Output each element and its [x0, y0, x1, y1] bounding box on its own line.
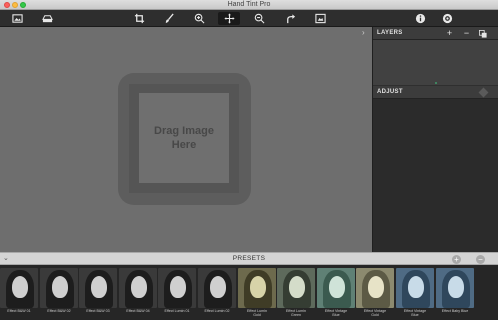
preset-thumbnail[interactable] [79, 268, 117, 308]
info-icon [415, 13, 425, 24]
presets-bar: ⌄ PRESETS + − [0, 252, 498, 265]
info-button[interactable] [411, 12, 429, 25]
preset-image-face [52, 276, 68, 298]
preset-thumbnail[interactable] [356, 268, 394, 308]
preset-thumbnail[interactable] [0, 268, 38, 308]
toolbar [0, 10, 498, 27]
preset-thumbnail[interactable] [198, 268, 236, 308]
duplicate-layer-button[interactable] [477, 28, 488, 39]
preset-image-face [289, 276, 305, 298]
move-button[interactable] [218, 12, 240, 25]
add-layer-button[interactable]: + [444, 28, 455, 39]
preset-label: Effect B&W 04 [126, 309, 150, 313]
crop-icon [134, 13, 144, 24]
layers-title: LAYERS [377, 30, 403, 36]
compare-icon [314, 13, 326, 24]
zoom-out-button[interactable] [250, 12, 268, 25]
save-image-button[interactable] [38, 12, 56, 25]
preset-image-face [329, 276, 345, 298]
preset-image-face [12, 276, 28, 298]
redo-icon [286, 14, 295, 24]
preset-thumbnail[interactable] [277, 268, 315, 308]
duplicate-icon [478, 29, 487, 38]
preset-label: Effect B&W 02 [47, 309, 71, 313]
preset-thumbnail[interactable] [436, 268, 474, 308]
preset-thumbnail[interactable] [238, 268, 276, 308]
settings-icon [442, 13, 452, 24]
layers-list[interactable] [373, 40, 498, 85]
preset-image-face [448, 276, 464, 298]
brush-icon [165, 13, 174, 24]
presets-title: PRESETS [232, 255, 266, 262]
move-icon [223, 13, 235, 24]
remove-layer-button[interactable]: − [461, 28, 472, 39]
crop-button[interactable] [130, 12, 148, 25]
title-bar: Hand Tint Pro [0, 0, 498, 10]
open-image-icon [11, 14, 23, 23]
redo-button[interactable] [281, 12, 299, 25]
preset-label: Effect B&W 01 [7, 309, 31, 313]
drag-image-placeholder: Drag Image Here [139, 93, 229, 183]
open-image-button[interactable] [8, 12, 26, 25]
brush-button[interactable] [160, 12, 178, 25]
adjust-header: ADJUST [373, 86, 498, 99]
zoom-in-button[interactable] [190, 12, 208, 25]
adjust-area [373, 99, 498, 252]
preset-label: Effect Baby Blue [441, 309, 469, 313]
zoom-in-icon [194, 13, 204, 24]
preset-thumbnail[interactable] [119, 268, 157, 308]
preset-image-face [250, 276, 266, 298]
preset-image-face [368, 276, 384, 298]
save-image-icon [41, 15, 53, 23]
settings-button[interactable] [438, 12, 456, 25]
preset-image-face [91, 276, 107, 298]
preset-image-face [210, 276, 226, 298]
preset-thumbnail[interactable] [158, 268, 196, 308]
preset-label: Effect Vintage Blue [403, 309, 427, 317]
remove-preset-button[interactable]: − [476, 255, 485, 264]
preset-thumbnail[interactable] [40, 268, 78, 308]
preset-image-face [408, 276, 424, 298]
add-preset-button[interactable]: + [452, 255, 461, 264]
collapse-panel-chevron-icon[interactable]: › [362, 29, 365, 37]
preset-thumbnail[interactable] [396, 268, 434, 308]
preset-label: Effect B&W 03 [86, 309, 110, 313]
zoom-out-icon [254, 13, 264, 24]
compare-button[interactable] [311, 12, 329, 25]
side-panel: LAYERS + − ADJUST [372, 27, 498, 252]
preset-image-face [170, 276, 186, 298]
preset-label: Effect Lumin 01 [164, 309, 190, 313]
preset-label: Effect Vintage Gold [363, 309, 387, 317]
adjust-reset-icon[interactable] [478, 87, 489, 98]
preset-label: Effect Lumin Green [286, 309, 306, 317]
preset-label: Effect Vintage Blue [324, 309, 348, 317]
preset-image-face [131, 276, 147, 298]
preset-label: Effect Lumin 02 [204, 309, 230, 313]
layers-resize-handle[interactable] [435, 82, 437, 84]
preset-thumbnail[interactable] [317, 268, 355, 308]
adjust-title: ADJUST [377, 89, 403, 95]
window-title: Hand Tint Pro [227, 1, 271, 8]
layers-header: LAYERS + − [373, 27, 498, 40]
preset-label: Effect Lumin Gold [247, 309, 267, 317]
